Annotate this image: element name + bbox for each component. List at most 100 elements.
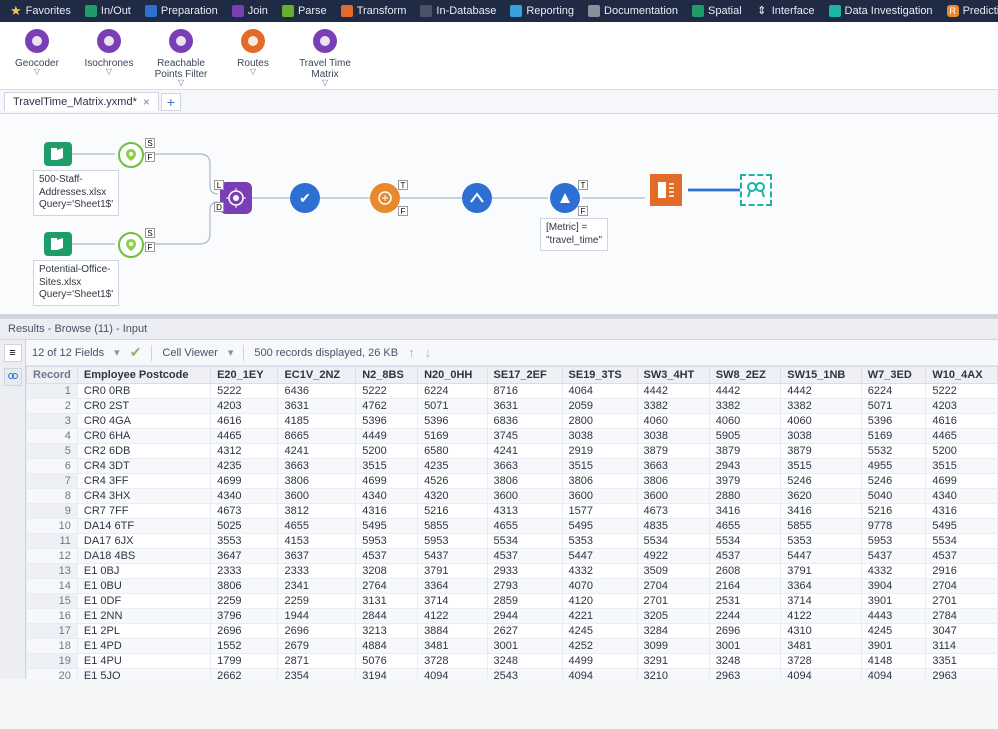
- cell[interactable]: 3631: [278, 399, 356, 414]
- cell[interactable]: 5169: [418, 429, 487, 444]
- column-header[interactable]: N20_0HH: [418, 367, 487, 384]
- palette-tool-geocoder[interactable]: Geocoder▽: [8, 26, 66, 86]
- cell[interactable]: 4203: [211, 399, 278, 414]
- cell[interactable]: 3515: [562, 459, 637, 474]
- cell[interactable]: DA14 6TF: [77, 519, 210, 534]
- page-up-icon[interactable]: ↑: [408, 345, 415, 360]
- cell[interactable]: 5534: [637, 534, 709, 549]
- table-row[interactable]: 13E1 0BJ23332333320837912933433235092608…: [27, 564, 998, 579]
- table-row[interactable]: 17E1 2PL26962696321338842627424532842696…: [27, 624, 998, 639]
- cell[interactable]: 3637: [278, 549, 356, 564]
- cell[interactable]: 6836: [487, 414, 562, 429]
- cell[interactable]: 9: [27, 504, 78, 519]
- cell[interactable]: E1 5JQ: [77, 669, 210, 680]
- cell[interactable]: 2704: [637, 579, 709, 594]
- select-tool-2[interactable]: [118, 232, 144, 258]
- cell[interactable]: 3901: [861, 639, 926, 654]
- cell[interactable]: 3351: [926, 654, 998, 669]
- cell[interactable]: 3001: [487, 639, 562, 654]
- cell[interactable]: 4060: [709, 414, 781, 429]
- cell[interactable]: 2784: [926, 609, 998, 624]
- ribbon-cat-reporting[interactable]: Reporting: [506, 5, 578, 17]
- cell[interactable]: CR4 3HX: [77, 489, 210, 504]
- cell[interactable]: E1 4PD: [77, 639, 210, 654]
- cell[interactable]: 3382: [781, 399, 862, 414]
- cell[interactable]: 5534: [926, 534, 998, 549]
- cell[interactable]: 4616: [926, 414, 998, 429]
- cell[interactable]: 4235: [211, 459, 278, 474]
- cell[interactable]: 4442: [637, 384, 709, 399]
- cell[interactable]: 3416: [781, 504, 862, 519]
- table-row[interactable]: 1CR0 0RB52226436522262248716406444424442…: [27, 384, 998, 399]
- cell[interactable]: 7: [27, 474, 78, 489]
- cell[interactable]: 1577: [562, 504, 637, 519]
- page-down-icon[interactable]: ↓: [425, 345, 432, 360]
- cell[interactable]: 3806: [487, 474, 562, 489]
- cell[interactable]: 15: [27, 594, 78, 609]
- cell[interactable]: 4313: [487, 504, 562, 519]
- crosstab-tool[interactable]: [550, 183, 580, 213]
- cell[interactable]: 4616: [211, 414, 278, 429]
- cell[interactable]: 3205: [637, 609, 709, 624]
- cell[interactable]: 8: [27, 489, 78, 504]
- cell[interactable]: CR4 3DT: [77, 459, 210, 474]
- cell[interactable]: 3714: [781, 594, 862, 609]
- cell[interactable]: DA17 6JX: [77, 534, 210, 549]
- cell[interactable]: 3728: [418, 654, 487, 669]
- cell[interactable]: 2880: [709, 489, 781, 504]
- chevron-down-icon[interactable]: ▽: [178, 80, 184, 86]
- cell[interactable]: 4148: [861, 654, 926, 669]
- table-row[interactable]: 7CR4 3FF46993806469945263806380638063979…: [27, 474, 998, 489]
- column-header[interactable]: Employee Postcode: [77, 367, 210, 384]
- cell[interactable]: 3791: [418, 564, 487, 579]
- cell[interactable]: 4241: [487, 444, 562, 459]
- input-data-tool-sites[interactable]: [44, 232, 72, 256]
- cell[interactable]: 4699: [211, 474, 278, 489]
- cell[interactable]: 4245: [562, 624, 637, 639]
- cell[interactable]: 2259: [211, 594, 278, 609]
- cell[interactable]: 6224: [418, 384, 487, 399]
- cell[interactable]: 5437: [418, 549, 487, 564]
- cell[interactable]: 4312: [211, 444, 278, 459]
- cell[interactable]: 5222: [356, 384, 418, 399]
- cell[interactable]: 3001: [709, 639, 781, 654]
- cell[interactable]: 2696: [278, 624, 356, 639]
- cell[interactable]: CR4 3FF: [77, 474, 210, 489]
- cell[interactable]: CR0 0RB: [77, 384, 210, 399]
- cell[interactable]: 19: [27, 654, 78, 669]
- cell[interactable]: 4762: [356, 399, 418, 414]
- ribbon-cat-transform[interactable]: Transform: [337, 5, 411, 17]
- cell[interactable]: 16: [27, 609, 78, 624]
- cell[interactable]: 4465: [211, 429, 278, 444]
- input-data-tool-staff[interactable]: [44, 142, 72, 166]
- cell[interactable]: 3663: [278, 459, 356, 474]
- cell[interactable]: 2933: [487, 564, 562, 579]
- cell[interactable]: 2662: [211, 669, 278, 680]
- cell[interactable]: 3213: [356, 624, 418, 639]
- cell[interactable]: 1: [27, 384, 78, 399]
- table-row[interactable]: 8CR4 3HX43403600434043203600360036002880…: [27, 489, 998, 504]
- cell[interactable]: 3600: [637, 489, 709, 504]
- cell[interactable]: 5495: [562, 519, 637, 534]
- chevron-down-icon[interactable]: ▽: [322, 80, 328, 86]
- cell-viewer-label[interactable]: Cell Viewer: [162, 347, 217, 359]
- ribbon-cat-documentation[interactable]: Documentation: [584, 5, 682, 17]
- cell[interactable]: 3047: [926, 624, 998, 639]
- cell[interactable]: 8665: [278, 429, 356, 444]
- table-view-icon[interactable]: ≡: [4, 344, 22, 362]
- cell[interactable]: 5222: [211, 384, 278, 399]
- cell[interactable]: 4655: [487, 519, 562, 534]
- cell[interactable]: 2871: [278, 654, 356, 669]
- cell[interactable]: 4: [27, 429, 78, 444]
- cell[interactable]: 4443: [861, 609, 926, 624]
- workflow-tab[interactable]: TravelTime_Matrix.yxmd* ×: [4, 92, 159, 111]
- cell[interactable]: 2696: [709, 624, 781, 639]
- cell[interactable]: 3515: [926, 459, 998, 474]
- travel-time-matrix-tool[interactable]: [220, 182, 252, 214]
- cell[interactable]: 4122: [781, 609, 862, 624]
- column-header[interactable]: W7_3ED: [861, 367, 926, 384]
- cell[interactable]: 12: [27, 549, 78, 564]
- cell[interactable]: 4310: [781, 624, 862, 639]
- cell[interactable]: 5953: [356, 534, 418, 549]
- cell[interactable]: 3663: [487, 459, 562, 474]
